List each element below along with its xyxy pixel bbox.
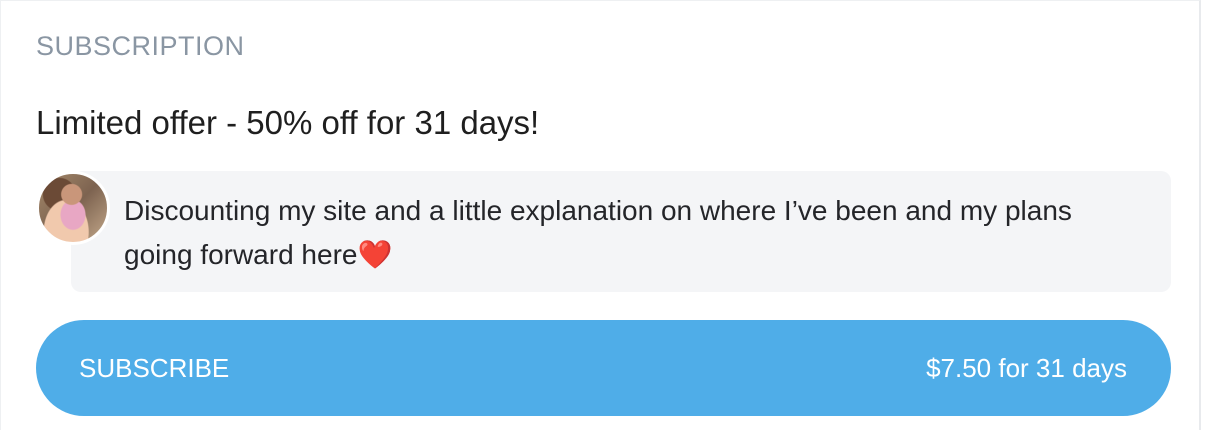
section-label: SUBSCRIPTION	[36, 31, 245, 61]
heart-emoji: ❤️	[357, 239, 393, 270]
avatar[interactable]	[36, 171, 110, 245]
message-body: Discounting my site and a little explana…	[124, 195, 1072, 270]
offer-title: Limited offer - 50% off for 31 days!	[36, 104, 540, 141]
subscribe-price: $7.50 for 31 days	[926, 353, 1127, 383]
message-bubble: Discounting my site and a little explana…	[71, 171, 1171, 292]
promo-message: Discounting my site and a little explana…	[36, 171, 1171, 292]
subscribe-label: SUBSCRIBE	[79, 353, 230, 383]
message-text: Discounting my site and a little explana…	[124, 189, 1144, 277]
subscription-card: SUBSCRIPTION Limited offer - 50% off for…	[0, 0, 1201, 430]
subscribe-button[interactable]: SUBSCRIBE $7.50 for 31 days	[36, 320, 1171, 416]
